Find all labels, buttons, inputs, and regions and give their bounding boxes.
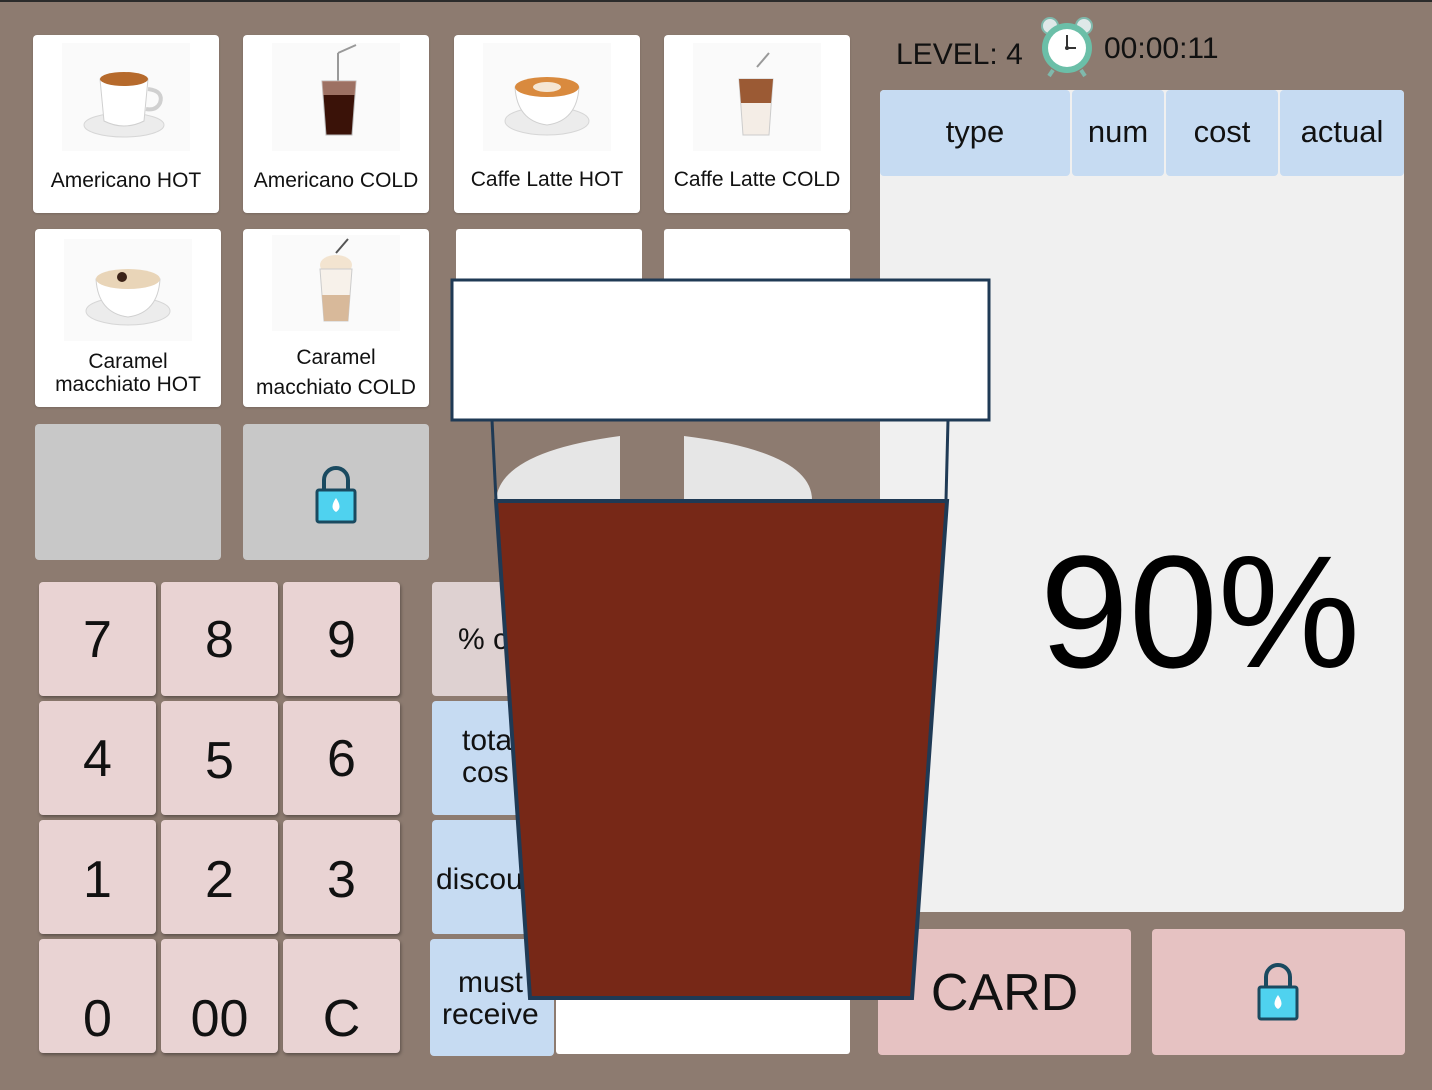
menu-item-label-line1: Caramel [296, 346, 376, 369]
lock-icon [315, 466, 357, 524]
keypad-key-4[interactable]: 4 [39, 701, 156, 815]
keypad-key-00[interactable]: 00 [161, 939, 278, 1053]
locked-menu-slot [35, 424, 221, 560]
cup-label-band [450, 278, 991, 422]
menu-item-label-line1: Caramel [88, 350, 168, 373]
coffee-cup-progress [450, 278, 991, 1000]
cup-lid-dome [684, 436, 812, 500]
keypad-key-3[interactable]: 3 [283, 820, 400, 934]
americano-cold-image [272, 43, 400, 151]
caffe-latte-cold-image [693, 43, 821, 151]
order-column-type: type [880, 90, 1070, 176]
cup-fill [493, 499, 950, 1000]
locked-menu-slot[interactable] [243, 424, 429, 560]
menu-item-caramel-macchiato-cold[interactable]: Caramel macchiato COLD [243, 229, 429, 407]
progress-percent: 90% [1039, 522, 1361, 701]
keypad-key-clear[interactable]: C [283, 939, 400, 1053]
menu-item-label: Americano HOT [50, 169, 202, 192]
americano-hot-image [62, 43, 190, 151]
menu-item-caffe-latte-cold[interactable]: Caffe Latte COLD [664, 35, 850, 213]
menu-item-label: Americano COLD [253, 169, 419, 192]
menu-item-label-line2: macchiato HOT [55, 373, 201, 396]
alarm-clock-icon [1041, 17, 1093, 78]
caramel-macchiato-hot-image [64, 239, 192, 341]
keypad-key-1[interactable]: 1 [39, 820, 156, 934]
order-column-cost: cost [1166, 90, 1278, 176]
locked-payment-button[interactable] [1152, 929, 1405, 1055]
keypad-key-8[interactable]: 8 [161, 582, 278, 696]
menu-item-label-line2: macchiato COLD [256, 376, 416, 399]
menu-item-label: Caffe Latte COLD [673, 168, 841, 191]
menu-item-caffe-latte-hot[interactable]: Caffe Latte HOT [454, 35, 640, 213]
caffe-latte-hot-image [483, 43, 611, 151]
menu-item-label: Caffe Latte HOT [470, 168, 624, 191]
keypad-key-7[interactable]: 7 [39, 582, 156, 696]
order-column-num: num [1072, 90, 1164, 176]
keypad-key-6[interactable]: 6 [283, 701, 400, 815]
cup-lid-dome [496, 436, 620, 500]
keypad-key-9[interactable]: 9 [283, 582, 400, 696]
keypad-key-5[interactable]: 5 [161, 701, 278, 815]
order-column-actual: actual [1280, 90, 1404, 176]
keypad-key-0[interactable]: 0 [39, 939, 156, 1053]
menu-item-americano-hot[interactable]: Americano HOT [33, 35, 219, 213]
game-screen: Americano HOT Americano COLD Caffe Latte… [0, 0, 1432, 1090]
lock-icon [1257, 963, 1299, 1021]
caramel-macchiato-cold-image [272, 235, 400, 331]
menu-item-caramel-macchiato-hot[interactable]: Caramel macchiato HOT [35, 229, 221, 407]
timer: 00:00:11 [1104, 32, 1219, 65]
level-indicator: LEVEL: 4 [896, 38, 1023, 71]
menu-item-americano-cold[interactable]: Americano COLD [243, 35, 429, 213]
keypad-key-2[interactable]: 2 [161, 820, 278, 934]
